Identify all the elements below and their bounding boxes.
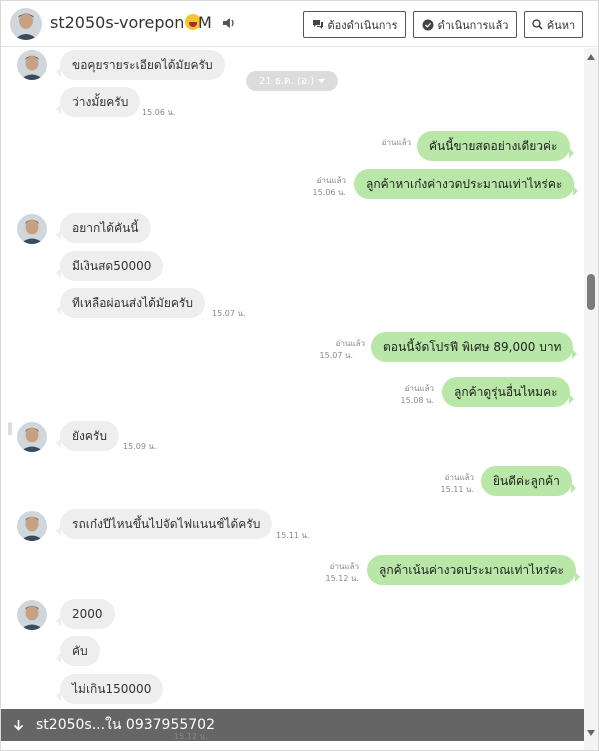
incoming-message[interactable]: 2000 [56,599,115,629]
read-status: อ่านแล้ว [381,138,411,147]
incoming-message[interactable]: คับ [56,636,100,666]
outgoing-message[interactable]: ลูกค้าหาเก๋งค่างวดประมาณเท่าไหร่คะ [354,169,579,199]
read-status: อ่านแล้ว [404,384,434,393]
message-time: 15.07 น. [319,351,353,360]
incoming-message[interactable]: ว่างมั้ยครับ [55,87,141,117]
search-icon [532,19,543,30]
pending-button-label: ต้องดำเนินการ [327,18,398,32]
sender-avatar[interactable] [17,511,47,541]
resize-grip-icon[interactable]: ‖ [7,421,13,435]
incoming-message[interactable]: มีเงินสด50000 [55,251,164,281]
scroll-up-arrow-icon[interactable] [587,54,595,60]
chat-header: st2050s-vorepon M ต้องดำเนินการ ดำเนินกา… [1,1,598,47]
new-message-bar[interactable]: st2050s...ใน 0937955702 [1,709,584,741]
outgoing-message[interactable]: ตอนนี้จัดโปรฟี พิเศษ 89,000 บาท [371,332,578,362]
read-status: อ่านแล้ว [316,176,346,185]
caret-down-icon [318,78,326,83]
speaker-icon[interactable] [222,16,236,30]
message-time: 15.06 น. [312,188,346,197]
message-time: 15.11 น. [440,485,474,494]
incoming-message[interactable]: รถเก๋งปีไหนขึ้นไปจัดไฟแนนช์ได้ครับ [55,509,273,539]
date-chip[interactable]: 21 ธ.ค. (อ.) [246,71,338,91]
incoming-message[interactable]: ไม่เกิน150000 [55,674,164,704]
chat-bubbles-icon [312,20,323,29]
date-chip-label: 21 ธ.ค. (อ.) [258,75,315,87]
outgoing-message[interactable]: ยินดีค่ะลูกค้า [481,466,576,496]
chat-check-icon [422,19,434,30]
message-time: 15.08 น. [400,396,434,405]
message-time: 15.07 น. [212,309,246,318]
incoming-message[interactable]: ทีเหลือผ่อนส่งได้มัยครับ [56,288,205,318]
outgoing-message[interactable]: ลูกค้าดูรุ่นอื่นไหมคะ [442,377,574,407]
message-time: 15.11 น. [276,531,310,540]
sender-avatar[interactable] [17,214,47,244]
search-button-label: ค้นหา [546,18,576,32]
contact-name: st2050s-vorepon [50,13,202,32]
search-button[interactable]: ค้นหา [524,11,583,38]
chat-window: st2050s-vorepon M ต้องดำเนินการ ดำเนินกา… [0,0,599,751]
read-status: อ่านแล้ว [329,562,359,571]
incoming-message[interactable]: อยากได้คันนี้ [56,213,151,243]
outgoing-message[interactable]: ลูกค้าเน้นค่างวดประมาณเท่าไหร่คะ [367,555,580,585]
incoming-message[interactable]: ขอคุยรายระเอียดได้มัยครับ [56,50,225,80]
message-time: 15.06 น. [142,108,176,117]
read-status: อ่านแล้ว [444,473,474,482]
done-button[interactable]: ดำเนินการแล้ว [413,11,517,38]
outgoing-message[interactable]: คันนี้ขายสดอย่างเดียวค่ะ [417,131,573,161]
message-time: 15.12 น. [174,732,208,741]
sender-avatar[interactable] [17,50,47,80]
incoming-message[interactable]: ยังครับ [56,421,119,451]
arrow-down-icon [13,720,24,731]
sender-avatar[interactable] [17,422,47,452]
message-time: 15.12 น. [325,574,359,583]
scrollbar[interactable] [584,48,598,750]
contact-avatar[interactable] [10,8,42,40]
message-time: 15.09 น. [123,442,157,451]
scroll-down-arrow-icon[interactable] [587,730,595,736]
sender-avatar[interactable] [17,600,47,630]
read-status: อ่านแล้ว [335,339,365,348]
contact-badge: M [198,13,212,32]
pending-button[interactable]: ต้องดำเนินการ [303,11,406,38]
done-button-label: ดำเนินการแล้ว [437,18,509,32]
scrollbar-thumb[interactable] [587,274,595,310]
message-list[interactable]: ขอคุยรายระเอียดได้มัยครับ 21 ธ.ค. (อ.) ว… [1,48,584,709]
